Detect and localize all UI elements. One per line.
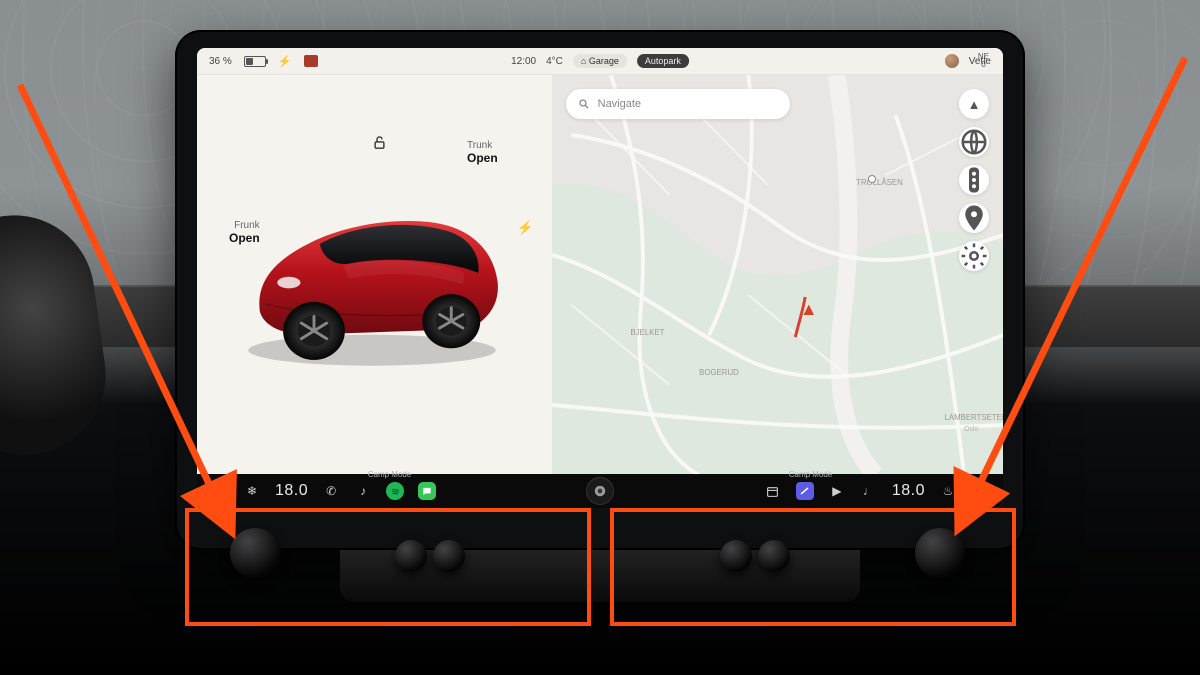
spotify-icon[interactable] (386, 482, 404, 500)
battery-percent[interactable]: 36 % (209, 56, 232, 67)
autopark-button[interactable]: Autopark (637, 54, 689, 68)
north-up-button[interactable]: ▲ (959, 89, 989, 119)
charge-port-icon[interactable]: ⚡ (517, 220, 533, 236)
phone-icon[interactable]: ✆ (322, 482, 340, 500)
current-location-marker: ▲ (800, 299, 818, 320)
svg-text:BOGERUD: BOGERUD (699, 368, 739, 377)
camp-mode-label-right: Camp Mode (789, 470, 833, 479)
seat-heater-icon[interactable]: ♨ (939, 482, 957, 500)
messages-icon[interactable] (418, 482, 436, 500)
satellite-layer-button[interactable] (959, 127, 989, 157)
svg-text:BJELKET: BJELKET (630, 328, 664, 337)
clock: 12:00 (511, 56, 536, 67)
left-button-1[interactable] (395, 540, 427, 572)
camp-mode-label-left: Camp Mode (368, 470, 412, 479)
touchscreen: 36 % ⚡ 12:00 4°C ⌂ Garage Autopark Vetle (197, 48, 1003, 508)
bottom-dock: Camp Mode ❄ 18.0 ✆ ♪ Camp Mode (197, 474, 1003, 508)
dashcam-button[interactable] (586, 477, 614, 505)
vehicle-pane: Frunk Open Trunk Open ⚡ (197, 75, 552, 475)
right-scroll-knob[interactable] (915, 528, 965, 578)
unlock-icon[interactable] (372, 135, 387, 154)
map-pin[interactable] (868, 175, 876, 183)
car-controls-icon[interactable] (211, 482, 229, 500)
calendar-icon[interactable] (764, 482, 782, 500)
right-button-1[interactable] (720, 540, 752, 572)
navigate-search[interactable]: Navigate (566, 89, 790, 119)
wiper-icon[interactable] (796, 482, 814, 500)
airbag-warning-icon (304, 55, 318, 67)
battery-icon[interactable] (244, 56, 266, 67)
play-icon[interactable]: ▶ (828, 482, 846, 500)
outside-temperature: 4°C (546, 56, 563, 67)
avatar[interactable] (945, 54, 959, 68)
svg-text:Oslo: Oslo (964, 426, 978, 433)
driver-temperature[interactable]: 18.0 (275, 482, 308, 500)
passenger-temperature[interactable]: 18.0 (892, 482, 925, 500)
svg-text:LAMBERTSETER: LAMBERTSETER (944, 413, 1003, 422)
map-settings-button[interactable] (959, 241, 989, 271)
music-icon[interactable]: ♪ (354, 482, 372, 500)
garage-button[interactable]: ⌂ Garage (573, 54, 627, 68)
defrost-icon[interactable]: ❄ (243, 482, 261, 500)
svg-text:TROLLÅSEN: TROLLÅSEN (856, 178, 903, 187)
traffic-layer-button[interactable] (959, 165, 989, 195)
search-placeholder: Navigate (598, 98, 641, 110)
superchargers-button[interactable] (959, 203, 989, 233)
map-pane[interactable]: TROLLÅSEN BJELKET BOGERUD LAMBERTSETER O… (552, 75, 1003, 475)
search-icon (578, 98, 590, 110)
left-button-2[interactable] (433, 540, 465, 572)
trunk-open-button[interactable]: Open (467, 151, 498, 165)
audio-icon[interactable]: ♩ (860, 482, 878, 500)
vehicle-render[interactable] (227, 165, 517, 375)
trunk-label: Trunk (467, 140, 492, 151)
right-button-2[interactable] (758, 540, 790, 572)
compass-readout: NE 0 (978, 53, 989, 69)
volume-icon[interactable] (971, 482, 989, 500)
status-bar: 36 % ⚡ 12:00 4°C ⌂ Garage Autopark Vetle (197, 48, 1003, 75)
left-scroll-knob[interactable] (230, 528, 280, 578)
